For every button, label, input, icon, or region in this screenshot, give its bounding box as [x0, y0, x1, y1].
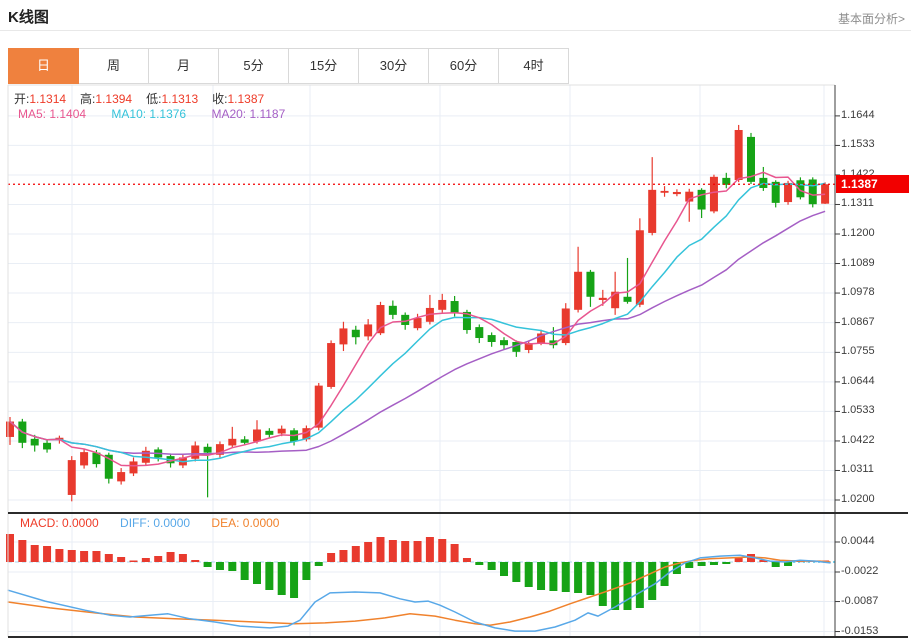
high-label: 高: — [80, 92, 95, 106]
low-value: 1.1313 — [161, 92, 198, 106]
macd-axis-label: -0.0153 — [841, 625, 878, 637]
macd-axis-label: 0.0044 — [841, 535, 875, 547]
close-value: 1.1387 — [227, 92, 264, 106]
price-axis-label: 1.0533 — [841, 404, 875, 416]
price-axis-label: 1.1644 — [841, 109, 875, 121]
macd-value: MACD: 0.0000 — [20, 516, 99, 530]
current-price-tag: 1.1387 — [836, 175, 909, 193]
ohlc-row: 开:1.1314 高:1.1394 低:1.1313 收:1.1387 — [14, 90, 278, 107]
close-label: 收: — [212, 92, 227, 106]
macd-axis-label: -0.0087 — [841, 595, 878, 607]
dea-value: DEA: 0.0000 — [211, 516, 279, 530]
high-value: 1.1394 — [95, 92, 132, 106]
macd-axis-label: -0.0022 — [841, 565, 878, 577]
price-axis-label: 1.0422 — [841, 434, 875, 446]
open-label: 开: — [14, 92, 29, 106]
ma20-value: MA20: 1.1187 — [211, 107, 285, 121]
ma10-value: MA10: 1.1376 — [111, 107, 186, 121]
price-axis-label: 1.0644 — [841, 375, 875, 387]
macd-values-row: MACD: 0.0000 DIFF: 0.0000 DEA: 0.0000 — [20, 516, 297, 530]
price-axis-label: 1.1200 — [841, 227, 875, 239]
open-value: 1.1314 — [29, 92, 66, 106]
tab-day[interactable]: 日 — [8, 48, 79, 84]
price-axis-label: 1.0755 — [841, 345, 875, 357]
price-axis-label: 1.0200 — [841, 493, 875, 505]
price-axis-label: 1.0867 — [841, 316, 875, 328]
diff-value: DIFF: 0.0000 — [120, 516, 190, 530]
price-axis-label: 1.1311 — [841, 197, 874, 209]
price-axis-label: 1.1089 — [841, 257, 875, 269]
ma5-value: MA5: 1.1404 — [18, 107, 86, 121]
price-axis-label: 1.0311 — [841, 463, 874, 475]
ma-row: MA5: 1.1404 MA10: 1.1376 MA20: 1.1187 — [18, 107, 307, 121]
price-axis-label: 1.1533 — [841, 138, 875, 150]
price-axis-label: 1.0978 — [841, 286, 875, 298]
low-label: 低: — [146, 92, 161, 106]
